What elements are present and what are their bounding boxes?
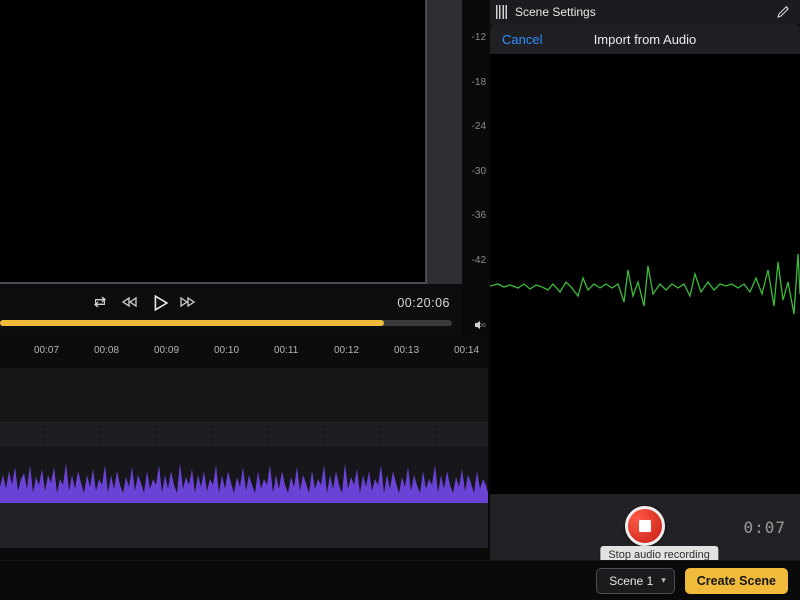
ruler-mark: 00:07 bbox=[34, 345, 59, 356]
progress-bar[interactable] bbox=[0, 320, 462, 326]
video-viewport bbox=[0, 0, 462, 284]
right-panel: Scene Settings Cancel Import from Audio … bbox=[490, 0, 800, 560]
record-timer: 0:07 bbox=[743, 518, 786, 537]
ruler-mark: 00:08 bbox=[94, 345, 119, 356]
video-canvas[interactable] bbox=[0, 0, 427, 284]
record-footer: 0:07 Stop audio recording bbox=[490, 494, 800, 560]
transport-bar: 00:20:06 bbox=[0, 284, 462, 336]
db-tick: -30 bbox=[472, 166, 486, 177]
cancel-button[interactable]: Cancel bbox=[502, 32, 542, 47]
ruler-mark: 00:10 bbox=[214, 345, 239, 356]
scene-selector-label: Scene 1 bbox=[609, 574, 653, 588]
play-icon[interactable] bbox=[152, 295, 166, 309]
timeline-ruler[interactable]: 00:07 00:08 00:09 00:10 00:11 00:12 00:13 00:14 bbox=[0, 336, 488, 368]
create-scene-button[interactable]: Create Scene bbox=[685, 568, 788, 594]
ruler-mark: 00:11 bbox=[274, 345, 298, 356]
scene-settings-bar: Scene Settings bbox=[490, 0, 800, 24]
ruler-mark: 00:13 bbox=[394, 345, 419, 356]
import-header: Cancel Import from Audio bbox=[490, 24, 800, 54]
app-root: 00:20:06 -12-18-24-30-36-42-∞ 00:0700:08… bbox=[0, 0, 800, 600]
dotted-pattern bbox=[0, 423, 488, 445]
db-tick: -36 bbox=[472, 210, 486, 221]
track-gap bbox=[0, 504, 488, 548]
speaker-icon[interactable] bbox=[474, 318, 486, 330]
audio-waveform bbox=[0, 445, 488, 503]
db-tick: -24 bbox=[472, 121, 486, 132]
chevron-down-icon: ▾ bbox=[661, 575, 666, 586]
track-row-audio[interactable] bbox=[0, 446, 488, 504]
db-tick: -42 bbox=[472, 255, 486, 266]
db-tick: -12 bbox=[472, 32, 486, 43]
track-row-1[interactable] bbox=[0, 422, 488, 446]
drag-handle-icon[interactable] bbox=[496, 5, 507, 19]
scene-settings-title: Scene Settings bbox=[515, 5, 596, 19]
live-waveform bbox=[490, 244, 800, 334]
import-audio-sheet: Cancel Import from Audio 0:07 Stop audio… bbox=[490, 24, 800, 560]
timecode-display: 00:20:06 bbox=[397, 296, 450, 310]
stop-icon bbox=[639, 520, 651, 532]
db-scale: -12-18-24-30-36-42-∞ bbox=[466, 0, 488, 330]
track-area bbox=[0, 368, 488, 548]
create-scene-label: Create Scene bbox=[697, 574, 776, 588]
ruler-mark: 00:12 bbox=[334, 345, 359, 356]
loop-icon[interactable] bbox=[92, 294, 108, 310]
rewind-icon[interactable] bbox=[122, 294, 138, 310]
edit-icon[interactable] bbox=[776, 5, 790, 19]
live-waveform-area bbox=[490, 54, 800, 494]
progress-fill bbox=[0, 320, 384, 326]
footer-bar: Scene 1 ▾ Create Scene bbox=[0, 560, 800, 600]
fast-forward-icon[interactable] bbox=[180, 294, 196, 310]
scene-selector[interactable]: Scene 1 ▾ bbox=[596, 568, 675, 594]
stop-record-button[interactable] bbox=[625, 506, 665, 546]
ruler-mark: 00:09 bbox=[154, 345, 179, 356]
ruler-mark: 00:14 bbox=[454, 345, 479, 356]
timeline[interactable]: 00:07 00:08 00:09 00:10 00:11 00:12 00:13 00:14 bbox=[0, 336, 488, 548]
db-tick: -18 bbox=[472, 77, 486, 88]
